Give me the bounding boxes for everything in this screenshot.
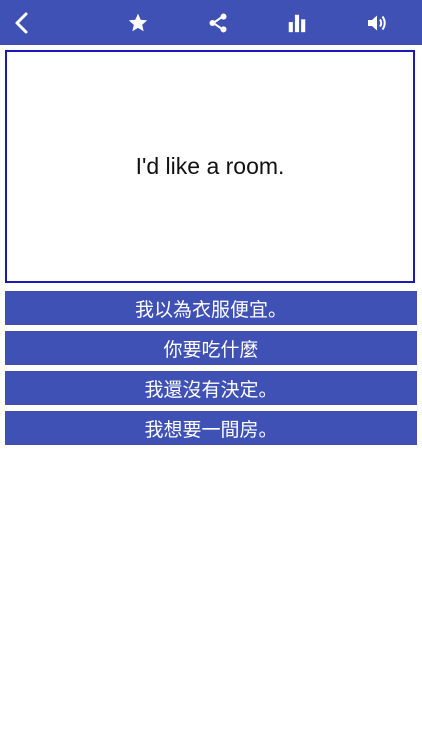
phrase-card: I'd like a room. [5,50,415,283]
answer-option-1[interactable]: 我以為衣服便宜。 [5,291,417,325]
share-icon [209,13,227,32]
answer-option-2[interactable]: 你要吃什麼 [5,331,417,365]
top-toolbar [0,0,422,45]
share-button[interactable] [196,0,240,45]
back-button[interactable] [0,0,44,45]
stats-icon [288,14,306,32]
answer-option-4[interactable]: 我想要一間房。 [5,411,417,445]
answer-option-3[interactable]: 我還沒有決定。 [5,371,417,405]
star-icon [128,13,148,31]
speaker-icon [368,15,386,30]
phrase-text: I'd like a room. [135,153,285,179]
back-icon [15,12,28,33]
favorite-button[interactable] [116,0,160,45]
speaker-button[interactable] [355,0,399,45]
stats-button[interactable] [275,0,319,45]
answer-options: 我以為衣服便宜。 你要吃什麼 我還沒有決定。 我想要一間房。 [5,291,417,451]
